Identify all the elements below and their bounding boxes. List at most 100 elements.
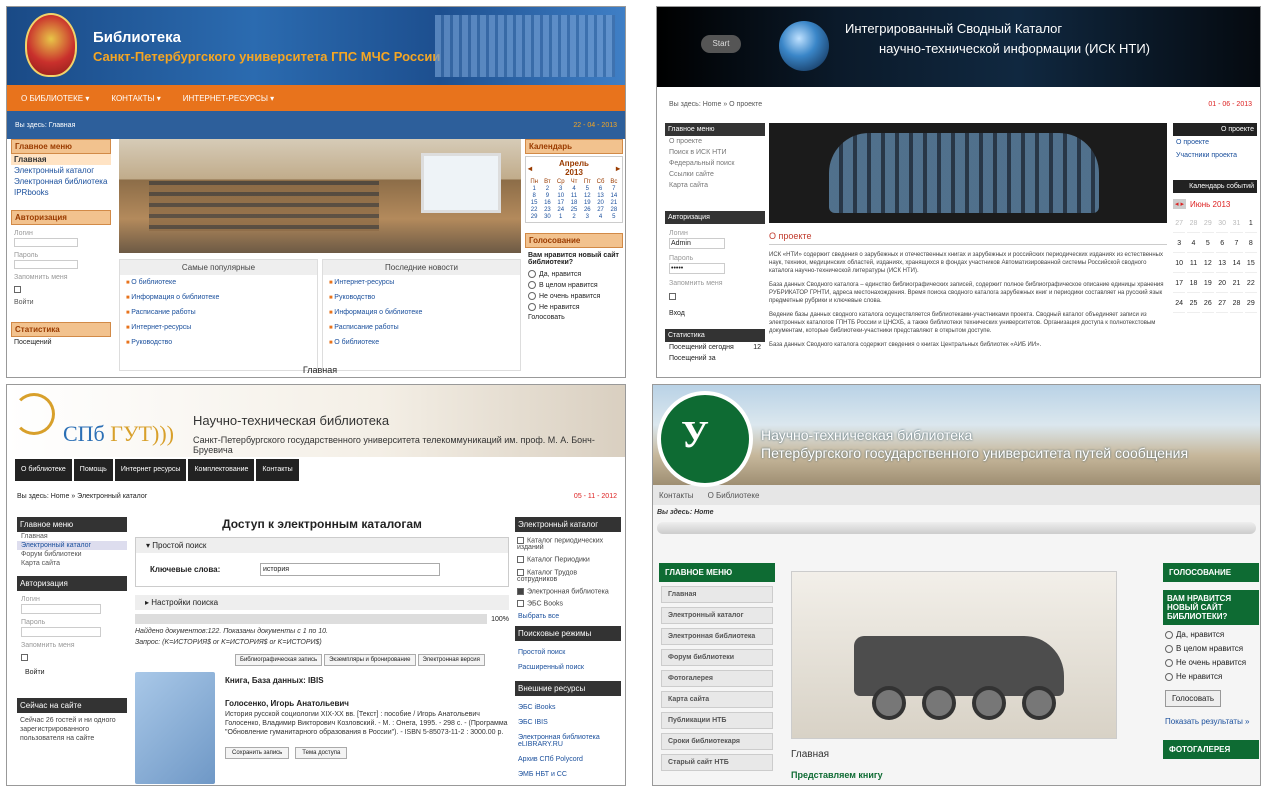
search-mode-link[interactable]: Расширенный поиск — [518, 664, 618, 671]
search-settings-toggle[interactable]: ▸ Настройки поиска — [135, 595, 509, 610]
password-input[interactable] — [21, 627, 101, 637]
poll-option[interactable]: Не нравится — [528, 303, 620, 311]
vote-option[interactable]: Не очень нравится — [1165, 658, 1257, 667]
menu-item[interactable]: Публикации НТБ — [661, 712, 773, 729]
menu-item-catalog[interactable]: Электронный каталог — [11, 165, 111, 176]
external-link[interactable]: Электронная библиотека eLIBRARY.RU — [518, 734, 618, 748]
menu-item[interactable]: Главная — [661, 586, 773, 603]
nav-item-about[interactable]: О БИБЛИОТЕКЕ ▾ — [21, 94, 89, 103]
menu-item[interactable]: Фотогалерея — [661, 670, 773, 687]
menu-item[interactable]: Электронная библиотека — [661, 628, 773, 645]
calendar-day[interactable]: 28 — [1187, 215, 1200, 233]
calendar-day[interactable]: 9 — [541, 193, 553, 199]
calendar-day[interactable]: 8 — [528, 193, 540, 199]
nav-item[interactable]: Интернет ресурсы — [114, 459, 187, 481]
prev-month-icon[interactable]: ◂ — [528, 164, 532, 173]
nav-item-resources[interactable]: ИНТЕРНЕТ-РЕСУРСЫ ▾ — [183, 94, 274, 103]
news-item[interactable]: Расписание работы — [323, 320, 520, 335]
calendar-day[interactable]: 5 — [581, 186, 593, 192]
tab-copies[interactable]: Экземпляры и бронирование — [324, 654, 416, 666]
vote-option[interactable]: Да, нравится — [1165, 630, 1257, 639]
menu-item[interactable]: Электронный каталог — [661, 607, 773, 624]
calendar-day[interactable]: 29 — [1244, 295, 1257, 313]
menu-item[interactable]: О проекте — [665, 136, 765, 147]
calendar-day[interactable]: 20 — [1215, 275, 1229, 293]
calendar-day[interactable]: 16 — [541, 200, 553, 206]
calendar-day[interactable]: 13 — [1215, 255, 1229, 273]
poll-option[interactable]: Не очень нравится — [528, 292, 620, 300]
nav-item[interactable]: О библиотеке — [15, 459, 72, 481]
login-input[interactable] — [14, 238, 78, 247]
calendar-day[interactable]: 3 — [555, 186, 567, 192]
save-record-button[interactable]: Сохранить запись — [225, 747, 290, 759]
select-all-link[interactable]: Выбрать все — [518, 613, 618, 620]
external-link[interactable]: ЭБС iBooks — [518, 704, 618, 711]
calendar-day[interactable]: 21 — [1230, 275, 1243, 293]
remember-checkbox[interactable] — [14, 286, 108, 293]
vote-button[interactable]: Голосовать — [528, 314, 620, 321]
calendar-day[interactable]: 28 — [1230, 295, 1243, 313]
poll-option[interactable]: В целом нравится — [528, 281, 620, 289]
calendar-day[interactable]: 24 — [555, 207, 567, 213]
tab-bibliographic[interactable]: Библиографическая запись — [235, 654, 323, 666]
news-item[interactable]: Информация о библиотеке — [323, 305, 520, 320]
calendar-day[interactable]: 3 — [1173, 235, 1186, 253]
menu-item-iprbooks[interactable]: IPRbooks — [11, 187, 111, 198]
password-input[interactable] — [14, 260, 78, 269]
calendar-day[interactable]: 28 — [608, 207, 620, 213]
calendar-day[interactable]: 29 — [1201, 215, 1214, 233]
calendar-day[interactable]: 23 — [541, 207, 553, 213]
calendar-day[interactable]: 31 — [1230, 215, 1243, 233]
menu-item-ebooks[interactable]: Электронная библиотека — [11, 176, 111, 187]
login-button[interactable]: Войти — [14, 299, 108, 306]
menu-item[interactable]: Федеральный поиск — [665, 158, 765, 169]
calendar-day[interactable]: 1 — [528, 186, 540, 192]
calendar-day[interactable]: 1 — [555, 214, 567, 220]
nav-item[interactable]: Контакты — [256, 459, 299, 481]
tab-electronic[interactable]: Электронная версия — [417, 654, 485, 666]
catalog-checkbox[interactable]: Каталог Периодики — [517, 556, 619, 564]
calendar-day[interactable]: 21 — [608, 200, 620, 206]
calendar-day[interactable]: 30 — [541, 214, 553, 220]
catalog-checkbox[interactable]: ЭБС Books — [517, 600, 619, 608]
menu-item[interactable]: Карта сайта — [661, 691, 773, 708]
calendar-day[interactable]: 22 — [1244, 275, 1257, 293]
calendar-day[interactable]: 1 — [1244, 215, 1257, 233]
news-item[interactable]: Руководство — [323, 290, 520, 305]
menu-item[interactable]: Карта сайта — [17, 559, 127, 568]
project-link[interactable]: О проекте — [1173, 136, 1257, 149]
calendar-day[interactable]: 26 — [1201, 295, 1214, 313]
calendar-day[interactable]: 25 — [568, 207, 580, 213]
menu-item[interactable]: Карта сайта — [665, 180, 765, 191]
calendar-day[interactable]: 10 — [1173, 255, 1186, 273]
keywords-input[interactable]: история — [260, 563, 440, 576]
results-link[interactable]: Показать результаты » — [1165, 717, 1257, 726]
poll-option[interactable]: Да, нравится — [528, 270, 620, 278]
login-input[interactable]: Admin — [669, 238, 725, 249]
vote-button[interactable]: Голосовать — [1165, 690, 1222, 707]
menu-item[interactable]: Поиск в ИСК НТИ — [665, 147, 765, 158]
menu-item[interactable]: Ссылки сайте — [665, 169, 765, 180]
menu-item[interactable]: Сроки библиотекаря — [661, 733, 773, 750]
access-button[interactable]: Тема доступа — [295, 747, 348, 759]
calendar-day[interactable]: 30 — [1215, 215, 1229, 233]
catalog-checkbox[interactable]: Каталог периодических изданий — [517, 537, 619, 551]
menu-item[interactable]: Старый сайт НТБ — [661, 754, 773, 771]
nav-item[interactable]: О Библиотеке — [708, 491, 760, 500]
calendar-day[interactable]: 19 — [581, 200, 593, 206]
calendar-day[interactable]: 19 — [1201, 275, 1214, 293]
calendar-day[interactable]: 7 — [608, 186, 620, 192]
calendar-day[interactable]: 14 — [1230, 255, 1243, 273]
remember-checkbox[interactable] — [669, 293, 761, 300]
calendar-day[interactable]: 2 — [541, 186, 553, 192]
calendar-day[interactable]: 20 — [594, 200, 606, 206]
nav-item[interactable]: Контакты — [659, 491, 694, 500]
calendar-day[interactable]: 11 — [1187, 255, 1200, 273]
calendar-day[interactable]: 12 — [581, 193, 593, 199]
calendar-day[interactable]: 6 — [594, 186, 606, 192]
external-link[interactable]: ЭБС IBIS — [518, 719, 618, 726]
calendar-day[interactable]: 27 — [1173, 215, 1186, 233]
calendar-day[interactable]: 2 — [568, 214, 580, 220]
catalog-checkbox[interactable]: Каталог Трудов сотрудников — [517, 568, 619, 583]
popular-item[interactable]: О библиотеке — [120, 275, 317, 290]
